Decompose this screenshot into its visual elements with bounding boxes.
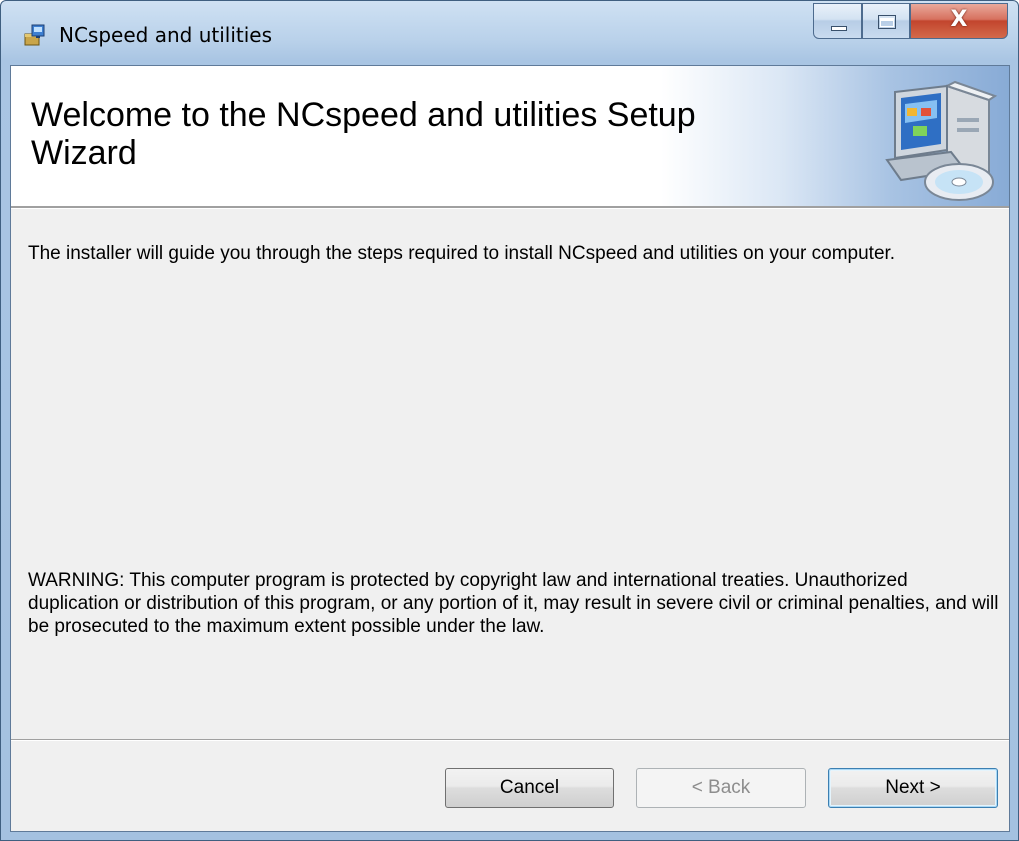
cancel-button[interactable]: Cancel — [445, 768, 614, 808]
maximize-icon — [878, 15, 896, 29]
back-button: < Back — [636, 768, 806, 808]
minimize-icon — [831, 26, 847, 31]
window-frame: NCspeed and utilities X Welcome to the N… — [0, 0, 1019, 841]
wizard-client-area: Welcome to the NCspeed and utilities Set… — [10, 65, 1010, 832]
button-area-divider — [11, 739, 1009, 741]
close-icon: X — [950, 7, 968, 32]
title-bar[interactable]: NCspeed and utilities X — [1, 1, 1018, 65]
page-title: Welcome to the NCspeed and utilities Set… — [31, 96, 696, 172]
setup-wizard-window: NCspeed and utilities X Welcome to the N… — [0, 0, 1019, 841]
window-title: NCspeed and utilities — [59, 23, 272, 47]
installer-package-icon — [24, 24, 45, 46]
header-banner: Welcome to the NCspeed and utilities Set… — [11, 66, 1009, 206]
computer-setup-icon — [885, 80, 998, 201]
maximize-button[interactable] — [862, 3, 910, 39]
copyright-warning-text: WARNING: This computer program is protec… — [28, 570, 999, 637]
intro-text: The installer will guide you through the… — [28, 243, 896, 264]
minimize-button[interactable] — [813, 3, 862, 39]
banner-divider — [11, 206, 1009, 209]
caption-buttons: X — [813, 3, 1010, 39]
close-button[interactable]: X — [910, 3, 1008, 39]
next-button[interactable]: Next > — [828, 768, 998, 808]
